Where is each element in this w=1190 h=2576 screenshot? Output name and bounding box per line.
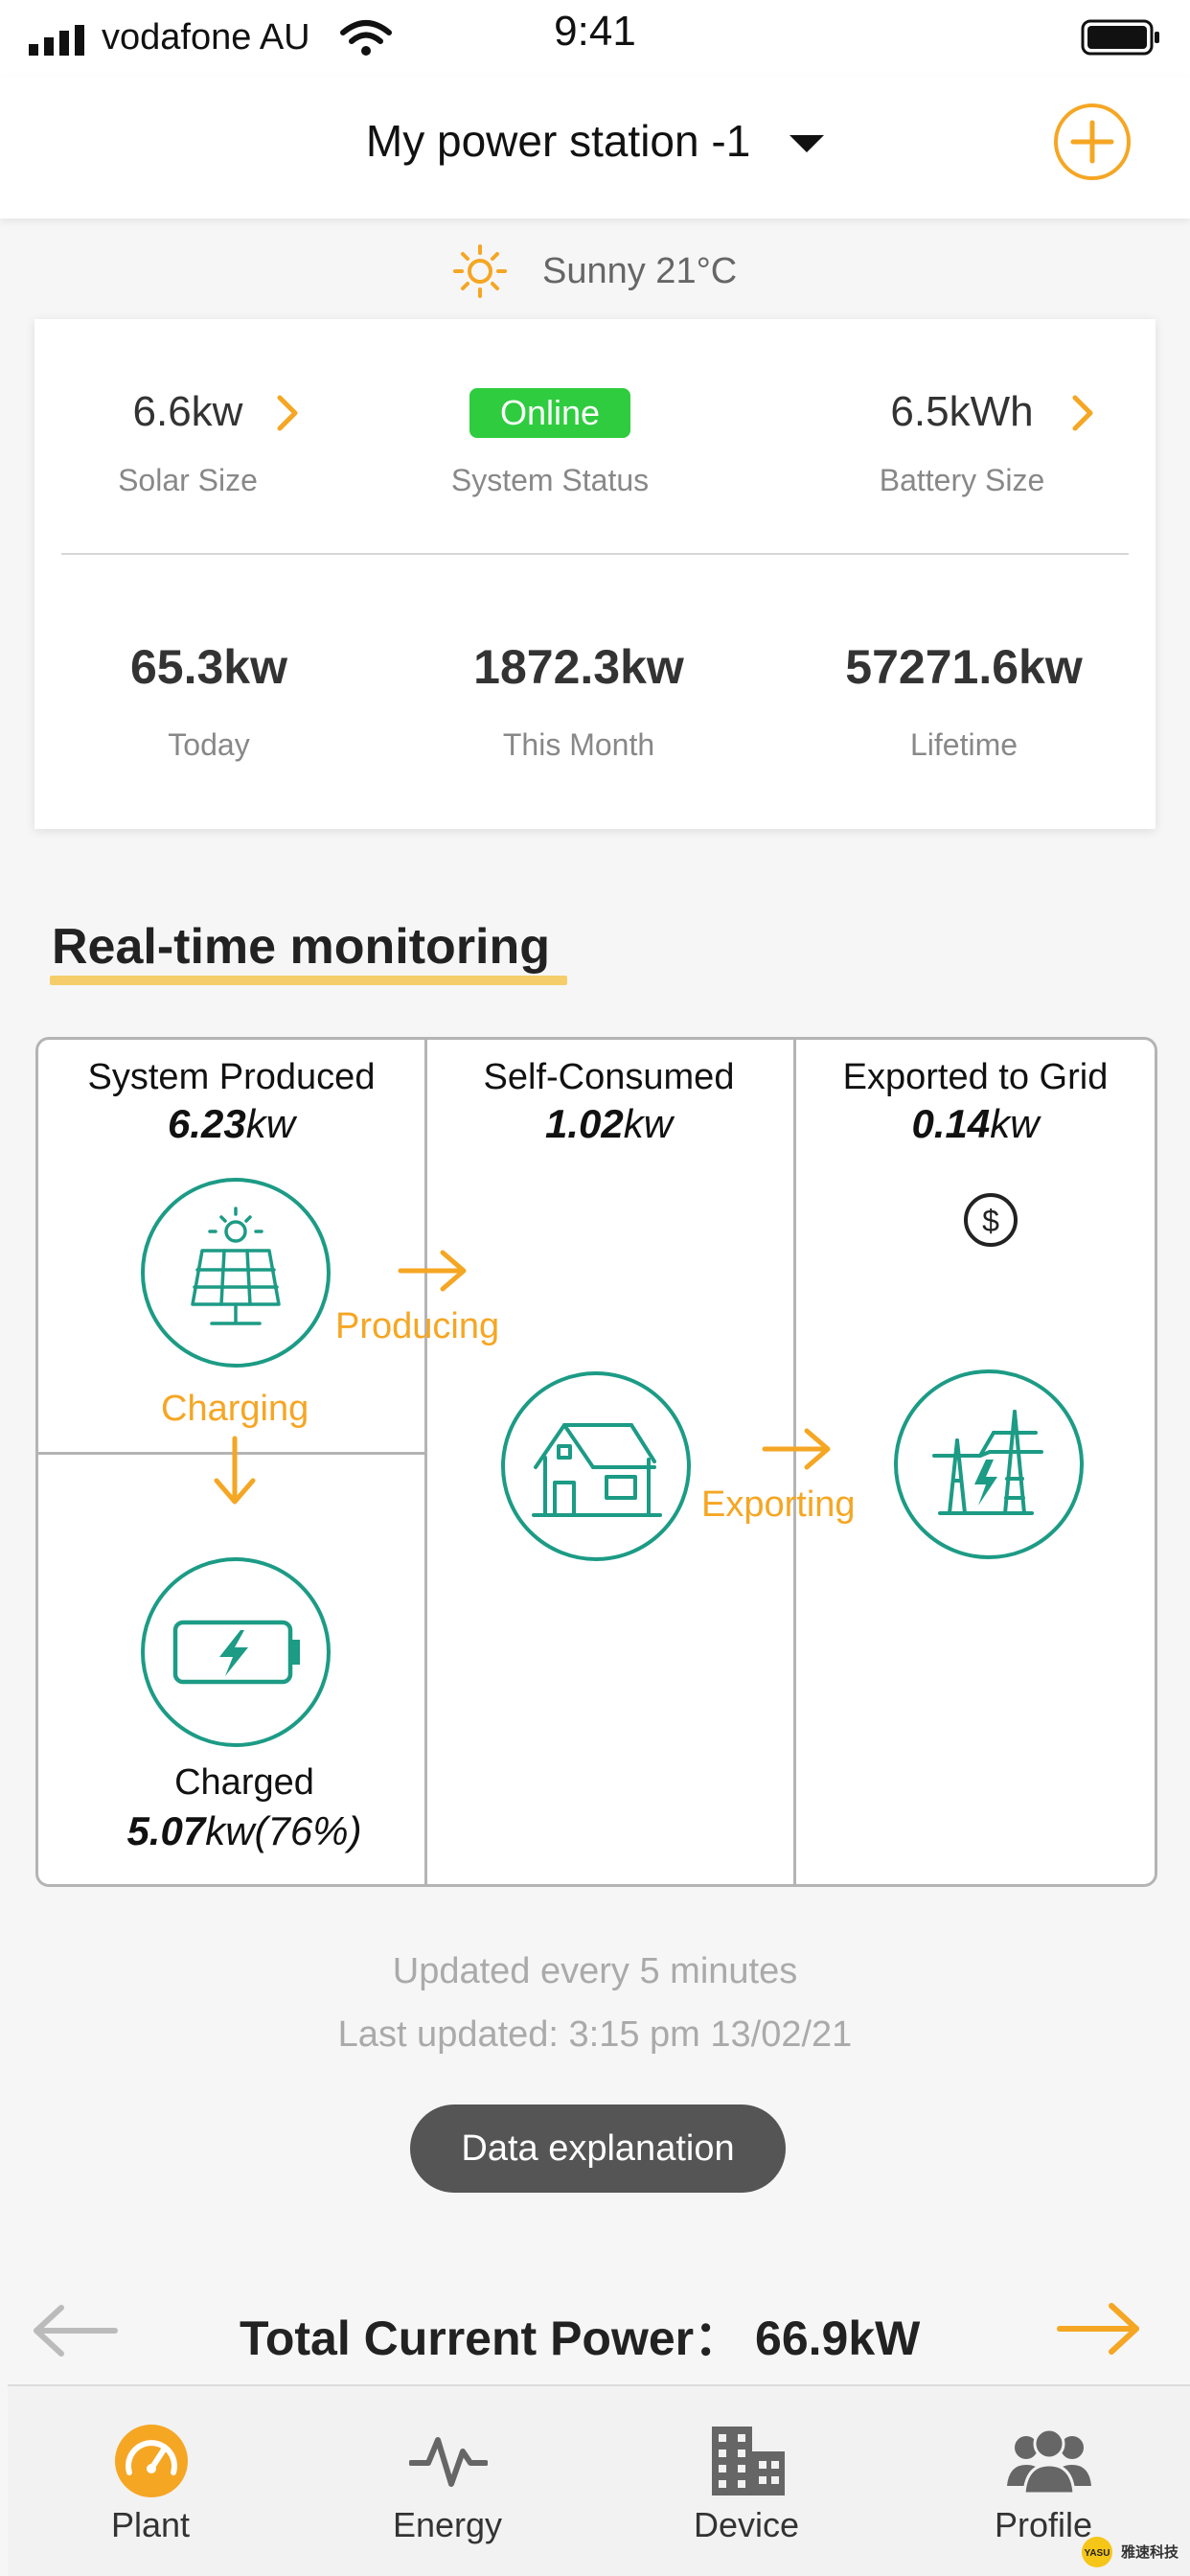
battery-node xyxy=(141,1557,331,1747)
consumed-unit: kw xyxy=(623,1101,674,1146)
tab-label: Plant xyxy=(110,2505,191,2544)
tab-label: Energy xyxy=(392,2505,503,2544)
charged-value: 5.07kw(76%) xyxy=(38,1808,450,1854)
total-power-value: 66.9kW xyxy=(755,2312,921,2365)
today-label: Today xyxy=(168,727,250,762)
solar-size-value: 6.6kw xyxy=(132,388,243,435)
battery-size-value: 6.5kWh xyxy=(890,388,1034,435)
exported-unit: kw xyxy=(990,1101,1040,1146)
charged-title: Charged xyxy=(174,1762,314,1803)
chevron-right-icon[interactable] xyxy=(276,394,301,432)
tab-plant[interactable]: Plant xyxy=(31,2386,270,2576)
power-tower-icon xyxy=(932,1410,1043,1515)
system-status-stat: System Status xyxy=(406,463,694,498)
watermark-text: 雅速科技 xyxy=(1121,2544,1179,2561)
system-status-label: System Status xyxy=(450,463,650,497)
house-node xyxy=(501,1371,691,1561)
app-header: My power station -1 xyxy=(0,77,1190,218)
today-value: 65.3kw xyxy=(129,640,287,694)
users-icon xyxy=(1007,2427,1091,2496)
arrow-right-icon xyxy=(398,1250,467,1292)
weather-label: Sunny 21°C xyxy=(542,251,738,291)
producing-label: Producing xyxy=(335,1306,500,1346)
summary-card: 6.6kw Solar Size Online System Status 6.… xyxy=(34,319,1156,829)
gauge-icon xyxy=(115,2425,188,2497)
bottom-tab-bar: Plant Energy Device Profile xyxy=(8,2384,1190,2576)
divider xyxy=(61,553,1129,555)
yasu-logo-icon: YASU xyxy=(1082,2537,1112,2567)
battery-status-icon xyxy=(1081,19,1159,56)
lifetime-label: Lifetime xyxy=(909,727,1018,762)
dollar-icon: $ xyxy=(964,1193,1018,1247)
tab-label: Profile xyxy=(994,2505,1093,2544)
solar-panel-node xyxy=(141,1178,331,1368)
svg-text:YASU: YASU xyxy=(1085,2548,1110,2559)
produced-value: 6.23kw xyxy=(38,1101,424,1147)
this-month-label: This Month xyxy=(502,727,655,762)
sun-icon xyxy=(453,244,507,298)
chevron-down-icon xyxy=(790,134,825,152)
lifetime-value: 57271.6kw xyxy=(845,640,1083,694)
exported-value: 0.14kw xyxy=(793,1101,1157,1147)
section-title: Real-time monitoring xyxy=(52,919,551,975)
building-icon xyxy=(712,2426,785,2496)
grid-node xyxy=(894,1369,1084,1559)
house-icon xyxy=(532,1423,662,1517)
prev-arrow-icon[interactable] xyxy=(29,2300,125,2361)
charged-number: 5.07 xyxy=(126,1808,206,1853)
arrow-right-icon xyxy=(762,1428,831,1470)
exported-number: 0.14 xyxy=(911,1101,991,1146)
arrow-down-icon xyxy=(214,1436,256,1505)
solar-size-label: Solar Size xyxy=(118,463,258,497)
solar-size-stat[interactable]: 6.6kw Solar Size xyxy=(82,388,293,498)
charged-unit: kw(76%) xyxy=(205,1808,362,1853)
exported-title: Exported to Grid xyxy=(842,1057,1109,1097)
status-bar: vodafone AU 9:41 xyxy=(0,0,1190,77)
tab-label: Device xyxy=(693,2505,800,2544)
lifetime-stat: 57271.6kw Lifetime xyxy=(782,639,1146,763)
solar-panel-icon xyxy=(191,1207,281,1325)
station-selector[interactable]: My power station -1 xyxy=(0,115,1190,167)
consumed-value: 1.02kw xyxy=(424,1101,793,1147)
charging-label: Charging xyxy=(161,1389,309,1429)
add-station-button[interactable] xyxy=(1052,102,1133,182)
pulse-icon xyxy=(409,2437,488,2487)
next-arrow-icon[interactable] xyxy=(1054,2298,1146,2359)
battery-size-label: Battery Size xyxy=(879,463,1045,497)
section-underline xyxy=(50,976,567,985)
total-power-label: Total Current Power： xyxy=(240,2312,743,2365)
realtime-monitor: System Produced 6.23kw Self-Consumed 1.0… xyxy=(35,1037,1157,1887)
produced-unit: kw xyxy=(245,1101,296,1146)
battery-icon xyxy=(172,1620,300,1685)
this-month-value: 1872.3kw xyxy=(473,640,684,694)
status-clock: 9:41 xyxy=(554,8,636,55)
produced-title: System Produced xyxy=(87,1057,376,1097)
battery-size-stat[interactable]: 6.5kWh Battery Size xyxy=(837,388,1087,498)
status-badge: Online xyxy=(469,388,630,438)
total-current-power: Total Current Power： 66.9kW xyxy=(240,2300,920,2369)
last-updated: Last updated: 3:15 pm 13/02/21 xyxy=(337,2014,853,2055)
update-frequency: Updated every 5 minutes xyxy=(392,1951,798,1991)
today-stat: 65.3kw Today xyxy=(56,639,362,763)
produced-number: 6.23 xyxy=(167,1101,246,1146)
this-month-stat: 1872.3kw This Month xyxy=(387,639,770,763)
divider xyxy=(424,1040,427,1884)
data-explanation-button[interactable]: Data explanation xyxy=(410,2104,786,2193)
svg-text:$: $ xyxy=(982,1204,999,1238)
tab-energy[interactable]: Energy xyxy=(328,2386,567,2576)
consumed-number: 1.02 xyxy=(544,1101,624,1146)
station-name: My power station -1 xyxy=(365,116,751,166)
exporting-label: Exporting xyxy=(701,1484,856,1525)
chevron-right-icon[interactable] xyxy=(1071,394,1096,432)
consumed-title: Self-Consumed xyxy=(483,1057,735,1097)
tab-device[interactable]: Device xyxy=(627,2386,866,2576)
